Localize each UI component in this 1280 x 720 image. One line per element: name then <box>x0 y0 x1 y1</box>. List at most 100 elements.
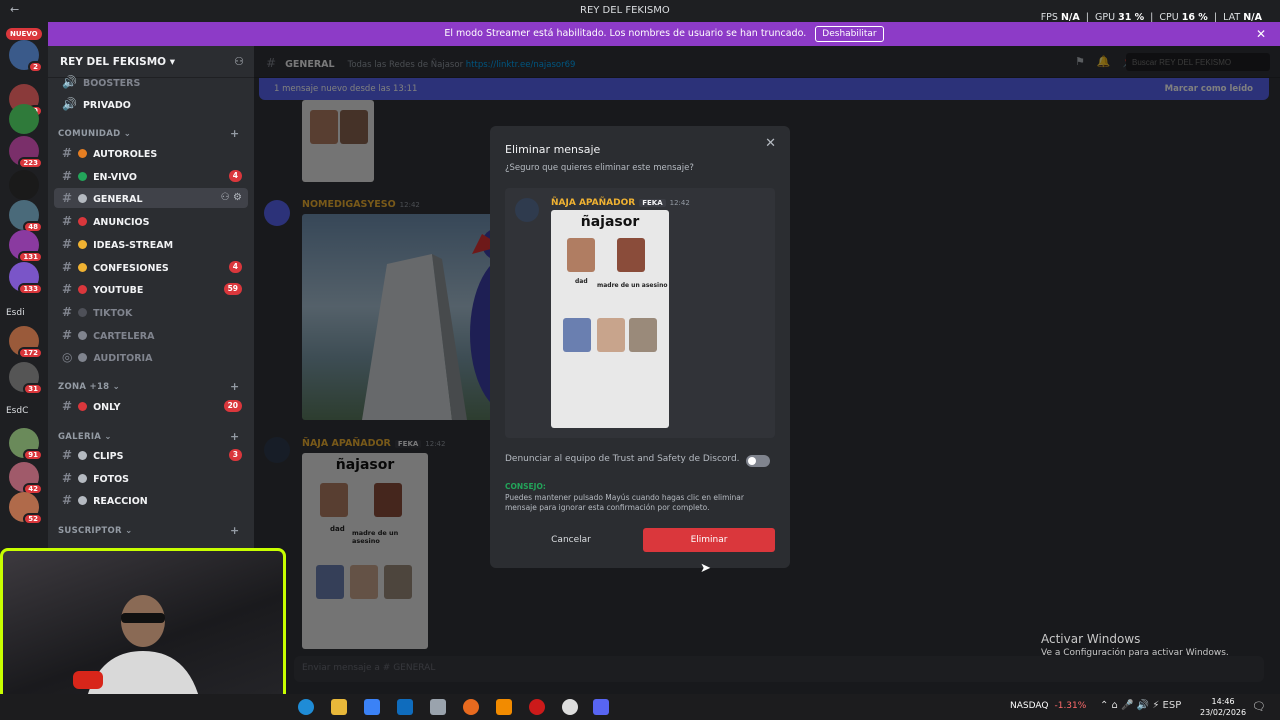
channel-emoji-icon <box>78 149 88 158</box>
channel-label: GENERAL <box>93 194 143 206</box>
outlook-icon[interactable] <box>397 699 413 715</box>
banner-text: El modo Streamer está habilitado. Los no… <box>444 28 807 39</box>
channel-settings-icon[interactable]: ⚇ ⚙ <box>221 188 242 208</box>
channel-item[interactable]: # CARTELERA <box>54 325 248 345</box>
server-label[interactable]: Esdi <box>6 308 25 318</box>
edge-icon[interactable] <box>298 699 314 715</box>
channel-label: REACCION <box>93 496 148 508</box>
webcam-figure <box>73 595 203 715</box>
channel-label: YOUTUBE <box>93 285 144 297</box>
channel-item[interactable]: 🔊 PRIVADO <box>54 94 248 114</box>
add-channel-icon[interactable]: + <box>230 380 240 393</box>
server-icon[interactable]: 172 <box>9 326 43 359</box>
streamer-mode-banner: El modo Streamer está habilitado. Los no… <box>48 22 1280 46</box>
channel-label: BOOSTERS <box>82 78 141 89</box>
channel-item[interactable]: ◎ AUDITORIA <box>54 347 248 367</box>
server-icon[interactable]: 131 <box>9 230 43 263</box>
server-icon[interactable]: 48 <box>9 200 43 233</box>
firefox-icon[interactable] <box>463 699 479 715</box>
store-icon[interactable] <box>364 699 380 715</box>
channel-item[interactable]: # ANUNCIOS <box>54 211 248 231</box>
server-label[interactable]: EsdC <box>6 406 28 416</box>
unread-badge: 4 <box>228 169 242 182</box>
obs-icon[interactable] <box>562 699 578 715</box>
channel-label: TIKTOK <box>93 307 133 319</box>
channel-category[interactable]: GALERIA ⌄ + <box>58 430 239 443</box>
report-toggle[interactable] <box>746 455 770 467</box>
channel-item[interactable]: # ONLY 20 <box>54 396 248 416</box>
server-name: REY DEL FEKISMO <box>60 56 167 68</box>
channel-label: CONFESIONES <box>93 262 169 274</box>
channel-item[interactable]: # YOUTUBE 59 <box>54 279 248 299</box>
server-icon[interactable]: 52 <box>9 492 43 525</box>
server-icon[interactable]: 2 <box>9 40 43 73</box>
hash-icon: ◎ <box>62 350 73 365</box>
mouse-cursor: ➤ <box>700 561 711 576</box>
channel-item[interactable]: # FOTOS <box>54 468 248 488</box>
add-member-icon[interactable]: ⚇ <box>234 55 244 68</box>
discord-icon[interactable] <box>593 699 609 715</box>
hash-icon: # <box>62 282 73 297</box>
channel-emoji-icon <box>78 171 88 181</box>
channel-label: PRIVADO <box>82 100 131 111</box>
channel-item[interactable]: # REACCION <box>54 490 248 510</box>
delete-button[interactable]: Eliminar <box>643 528 775 552</box>
system-tray[interactable]: ⌃ ⌂ 🎤 🔊 ⚡ ESP <box>1100 700 1181 711</box>
cancel-button[interactable]: Cancelar <box>505 528 637 552</box>
disable-button[interactable]: Deshabilitar <box>815 26 884 42</box>
channel-item[interactable]: # EN-VIVO 4 <box>54 166 248 186</box>
add-channel-icon[interactable]: + <box>230 127 240 140</box>
mention-badge: 172 <box>18 347 43 359</box>
face-photo <box>597 318 625 352</box>
channel-label: CARTELERA <box>93 330 155 342</box>
channel-item[interactable]: # CLIPS 3 <box>54 445 248 465</box>
close-icon[interactable]: ✕ <box>1256 22 1266 46</box>
caption-mom: madre de un asesino <box>597 282 668 289</box>
app-icon[interactable] <box>430 699 446 715</box>
channel-item[interactable]: 🔊 BOOSTERS <box>54 72 248 92</box>
hash-icon: # <box>62 470 73 485</box>
server-icon[interactable] <box>9 170 39 200</box>
hash-icon: # <box>62 214 73 229</box>
face-photo <box>567 238 595 272</box>
channel-label: AUDITORIA <box>93 353 153 365</box>
channel-label: AUTOROLES <box>93 149 158 160</box>
channel-item[interactable]: # GENERAL ⚇ ⚙ <box>54 188 248 209</box>
hash-icon: # <box>62 191 73 206</box>
channel-category[interactable]: COMUNIDAD ⌄ + <box>58 127 239 140</box>
vlc-icon[interactable] <box>496 699 512 715</box>
window-title: REY DEL FEKISMO <box>580 5 670 16</box>
unread-badge: 4 <box>228 260 242 273</box>
hash-icon: # <box>62 327 73 342</box>
clock[interactable]: 14:46 23/02/2026 <box>1200 696 1246 718</box>
add-channel-icon[interactable]: + <box>230 524 240 537</box>
channel-label: ONLY <box>93 402 121 413</box>
add-channel-icon[interactable]: + <box>230 430 240 443</box>
channel-item[interactable]: # IDEAS-STREAM <box>54 234 248 254</box>
channel-item[interactable]: # TIKTOK <box>54 302 248 322</box>
channel-category[interactable]: SUSCRIPTOR ⌄ + <box>58 524 239 537</box>
message-preview: ÑAJA APAÑADOR FEKA 12:42 ñajasor dad madre… <box>505 188 775 438</box>
mention-badge: 31 <box>23 383 43 395</box>
stock-ticker[interactable]: NASDAQ -1.31% <box>1010 701 1086 711</box>
server-icon[interactable]: 223 <box>9 136 43 169</box>
notification-icon[interactable]: 🗨 <box>1252 700 1266 713</box>
back-icon[interactable]: ← <box>10 3 19 16</box>
server-icon[interactable]: 91 <box>9 428 43 461</box>
channel-emoji-icon <box>78 402 88 411</box>
close-icon[interactable]: ✕ <box>765 136 776 151</box>
face-photo <box>563 318 591 352</box>
folder-icon[interactable] <box>331 699 347 715</box>
channel-category[interactable]: ZONA +18 ⌄ + <box>58 380 239 393</box>
channel-item[interactable]: # AUTOROLES <box>54 143 248 163</box>
preview-author: ÑAJA APAÑADOR FEKA 12:42 <box>551 198 690 208</box>
opera-icon[interactable] <box>529 699 545 715</box>
channel-label: FOTOS <box>93 473 130 485</box>
server-icon[interactable] <box>9 104 39 134</box>
server-icon[interactable]: 133 <box>9 262 43 295</box>
hash-icon: # <box>62 448 73 462</box>
server-icon[interactable]: 31 <box>9 362 43 395</box>
channel-item[interactable]: # CONFESIONES 4 <box>54 257 248 277</box>
server-icon[interactable]: 42 <box>9 462 43 495</box>
preview-id-card: ñajasor dad madre de un asesino <box>551 210 669 428</box>
